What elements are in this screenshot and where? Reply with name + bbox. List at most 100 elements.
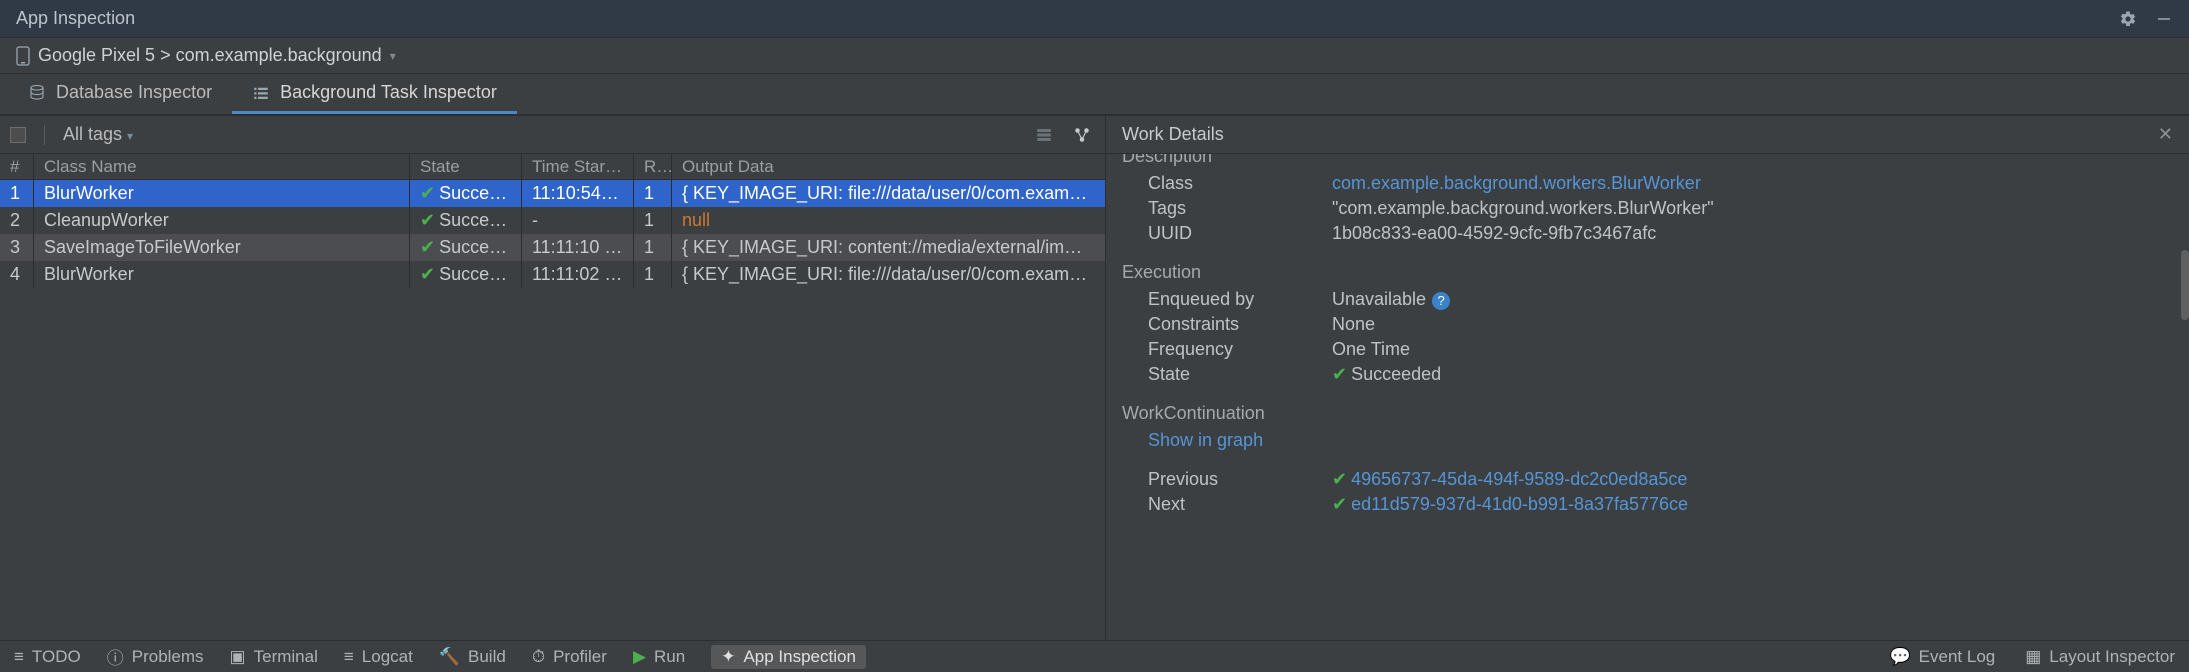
label-class: Class	[1122, 173, 1332, 194]
scrollbar-thumb[interactable]	[2181, 250, 2189, 320]
problems-tab[interactable]: ⓘProblems	[107, 644, 204, 669]
chevron-down-icon[interactable]: ▾	[390, 49, 396, 63]
col-time[interactable]: Time Started	[522, 154, 634, 179]
cell-index: 2	[0, 207, 34, 234]
cell-output: null	[672, 207, 1105, 234]
cell-state: ✔Succee…	[410, 261, 522, 288]
todo-tab[interactable]: ≡TODO	[14, 647, 81, 667]
label-previous: Previous	[1122, 469, 1332, 490]
run-tab[interactable]: ▶Run	[633, 647, 685, 667]
cell-output: { KEY_IMAGE_URI: content://media/externa…	[672, 234, 1105, 261]
build-tab[interactable]: 🔨Build	[439, 647, 506, 667]
problems-icon: ⓘ	[107, 644, 124, 669]
cell-classname: SaveImageToFileWorker	[34, 234, 410, 261]
value-frequency: One Time	[1332, 339, 1410, 360]
value-constraints: None	[1332, 314, 1375, 335]
label-state: State	[1122, 364, 1332, 385]
cell-index: 4	[0, 261, 34, 288]
phone-icon	[16, 46, 30, 66]
value-tags: "com.example.background.workers.BlurWork…	[1332, 198, 1714, 219]
event-log-tab[interactable]: 💬Event Log	[1890, 647, 1996, 667]
cell-state: ✔Succee…	[410, 180, 522, 207]
terminal-icon: ▣	[230, 647, 246, 667]
panel-title: App Inspection	[16, 8, 135, 29]
select-all-checkbox[interactable]	[10, 127, 26, 143]
cell-retries: 1	[634, 207, 672, 234]
chevron-down-icon: ▾	[127, 129, 133, 143]
check-icon: ✔	[1332, 494, 1347, 514]
value-state: ✔Succeeded	[1332, 364, 1441, 385]
logcat-icon: ≡	[344, 647, 354, 667]
cell-output: { KEY_IMAGE_URI: file:///data/user/0/com…	[672, 180, 1105, 207]
profiler-icon: ⏱	[532, 647, 545, 667]
check-icon: ✔	[420, 210, 435, 230]
label-uuid: UUID	[1122, 223, 1332, 244]
layout-inspector-tab[interactable]: ▦Layout Inspector	[2025, 647, 2175, 667]
tab-label: Database Inspector	[56, 82, 212, 103]
section-execution: Execution	[1122, 262, 2173, 283]
list-icon	[252, 84, 270, 102]
value-previous[interactable]: ✔49656737-45da-494f-9589-dc2c0ed8a5ce	[1332, 469, 1687, 490]
gear-icon[interactable]	[2119, 10, 2137, 28]
value-class[interactable]: com.example.background.workers.BlurWorke…	[1332, 173, 1701, 194]
event-log-icon: 💬	[1890, 647, 1911, 667]
col-classname[interactable]: Class Name	[34, 154, 410, 179]
table-row[interactable]: 1BlurWorker✔Succee…11:10:54 PM1{ KEY_IMA…	[0, 180, 1105, 207]
graph-view-icon[interactable]	[1073, 126, 1091, 144]
check-icon: ✔	[420, 237, 435, 257]
cell-state: ✔Succee…	[410, 207, 522, 234]
tab-database-inspector[interactable]: Database Inspector	[8, 74, 232, 114]
check-icon: ✔	[1332, 469, 1347, 489]
cell-classname: BlurWorker	[34, 180, 410, 207]
label-enqueued: Enqueued by	[1122, 289, 1332, 310]
info-icon[interactable]: ?	[1432, 292, 1450, 310]
show-in-graph-link[interactable]: Show in graph	[1122, 430, 1332, 451]
cell-retries: 1	[634, 180, 672, 207]
cell-retries: 1	[634, 261, 672, 288]
build-icon: 🔨	[439, 647, 460, 667]
check-icon: ✔	[420, 183, 435, 203]
section-description: Description	[1122, 154, 2173, 167]
cell-output: { KEY_IMAGE_URI: file:///data/user/0/com…	[672, 261, 1105, 288]
table-view-icon[interactable]	[1035, 126, 1053, 144]
terminal-tab[interactable]: ▣Terminal	[230, 647, 318, 667]
section-workcontinuation: WorkContinuation	[1122, 403, 2173, 424]
table-row[interactable]: 4BlurWorker✔Succee…11:11:02 PM1{ KEY_IMA…	[0, 261, 1105, 288]
tab-label: Background Task Inspector	[280, 82, 497, 103]
cell-classname: CleanupWorker	[34, 207, 410, 234]
layout-inspector-icon: ▦	[2025, 647, 2041, 667]
device-selector[interactable]: Google Pixel 5 > com.example.background	[38, 45, 382, 66]
cell-time: 11:10:54 PM	[522, 180, 634, 207]
tags-filter[interactable]: All tags ▾	[63, 124, 133, 145]
cell-index: 3	[0, 234, 34, 261]
label-frequency: Frequency	[1122, 339, 1332, 360]
app-inspection-tab[interactable]: ✦App Inspection	[711, 645, 866, 669]
cell-retries: 1	[634, 234, 672, 261]
value-next[interactable]: ✔ed11d579-937d-41d0-b991-8a37fa5776ce	[1332, 494, 1688, 515]
col-state[interactable]: State	[410, 154, 522, 179]
cell-time: -	[522, 207, 634, 234]
tab-background-task-inspector[interactable]: Background Task Inspector	[232, 74, 517, 114]
table-row[interactable]: 3SaveImageToFileWorker✔Succee…11:11:10 P…	[0, 234, 1105, 261]
col-output[interactable]: Output Data	[672, 154, 1105, 179]
profiler-tab[interactable]: ⏱Profiler	[532, 647, 607, 667]
cell-index: 1	[0, 180, 34, 207]
cell-time: 11:11:02 PM	[522, 261, 634, 288]
logcat-tab[interactable]: ≡Logcat	[344, 647, 413, 667]
divider	[44, 125, 45, 145]
inspect-icon: ✦	[721, 647, 735, 667]
value-enqueued: Unavailable?	[1332, 289, 1450, 310]
label-constraints: Constraints	[1122, 314, 1332, 335]
todo-icon: ≡	[14, 647, 24, 667]
close-icon[interactable]: ✕	[2158, 124, 2173, 145]
table-row[interactable]: 2CleanupWorker✔Succee…-1null	[0, 207, 1105, 234]
run-icon: ▶	[633, 647, 646, 667]
details-title: Work Details	[1122, 124, 1224, 145]
cell-time: 11:11:10 PM	[522, 234, 634, 261]
col-index[interactable]: #	[0, 154, 34, 179]
minimize-icon[interactable]	[2155, 10, 2173, 28]
cell-state: ✔Succee…	[410, 234, 522, 261]
col-retries[interactable]: Re…	[634, 154, 672, 179]
database-icon	[28, 84, 46, 102]
cell-classname: BlurWorker	[34, 261, 410, 288]
